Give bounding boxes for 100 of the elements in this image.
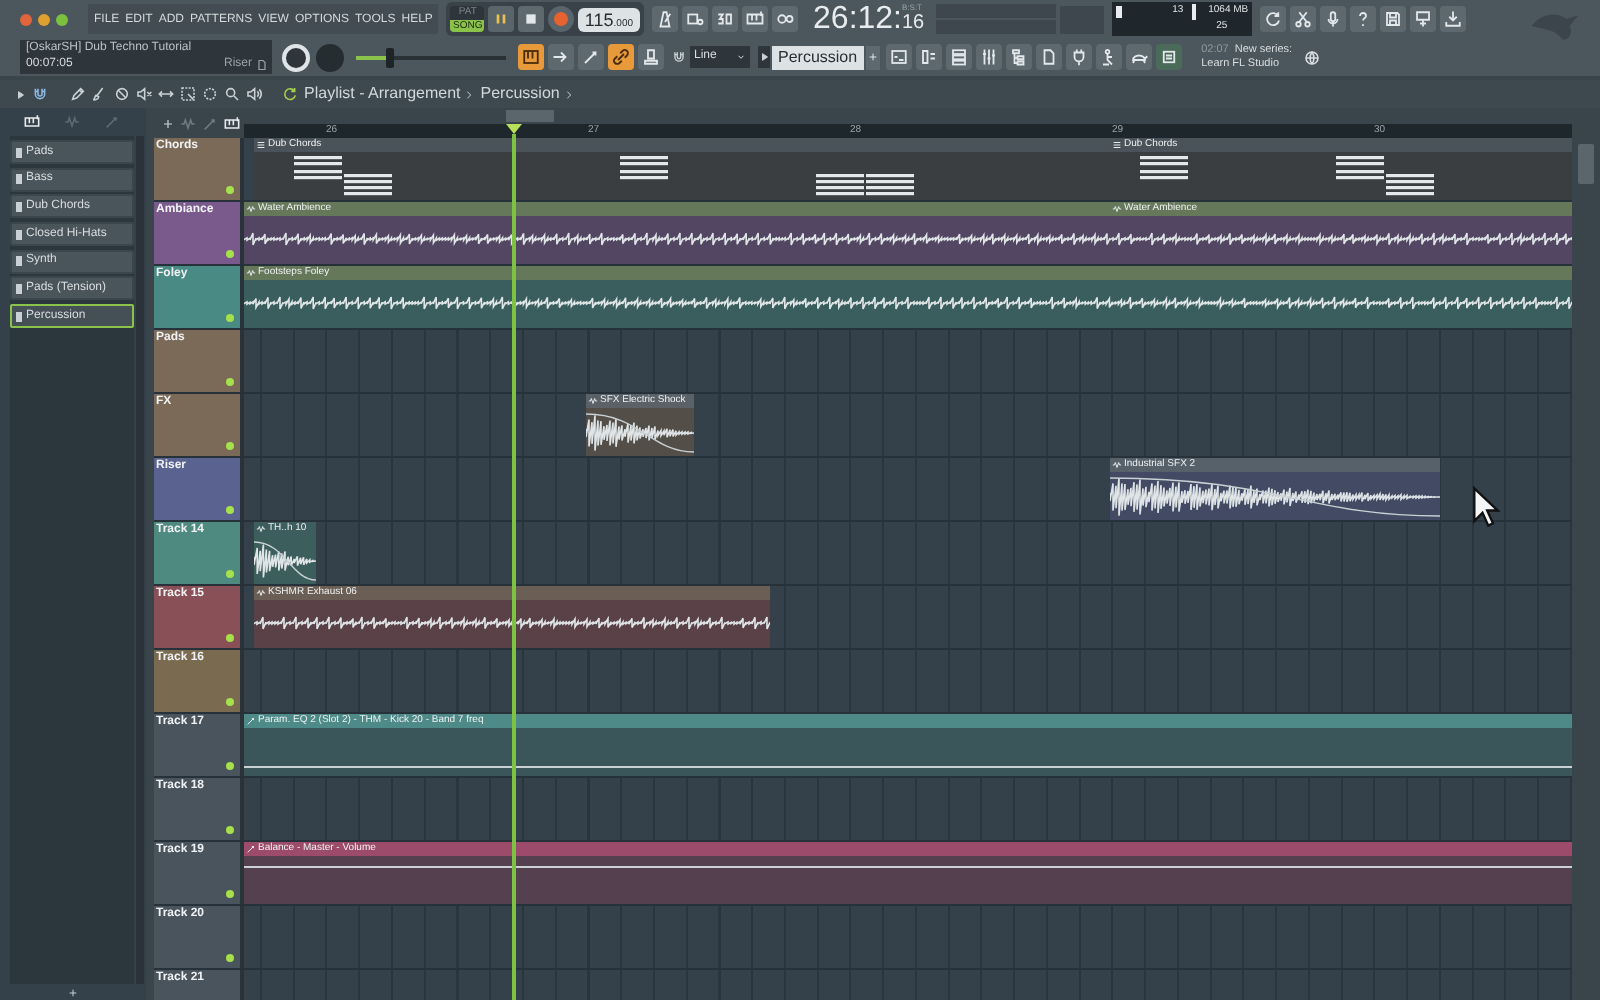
clip-type-icon [256, 588, 266, 598]
track-enable-toggle[interactable] [226, 890, 234, 898]
clip-type-icon [246, 268, 256, 278]
piano-roll-button[interactable] [915, 44, 942, 70]
save-icon [1384, 10, 1403, 28]
track-enable-toggle[interactable] [226, 762, 234, 770]
record-audio-button[interactable] [1320, 6, 1347, 32]
wait-icon [685, 10, 704, 28]
wait-input-button[interactable] [681, 6, 708, 32]
play-icon [16, 89, 26, 99]
plugin-database-button[interactable] [1065, 44, 1092, 70]
master-volume-knob[interactable] [282, 43, 310, 71]
track-enable-toggle[interactable] [226, 186, 234, 194]
track-enable-toggle[interactable] [226, 954, 234, 962]
channel-icon [16, 283, 22, 294]
track-enable-toggle[interactable] [226, 250, 234, 258]
slip-icon [157, 86, 173, 102]
waveform-icon [64, 114, 80, 130]
project-info-button[interactable] [1035, 44, 1062, 70]
piano-roll-snap-button[interactable] [518, 44, 544, 70]
refresh-button[interactable] [1260, 6, 1287, 32]
play-icon [759, 52, 769, 62]
step-button[interactable] [548, 44, 574, 70]
slider-thumb[interactable] [385, 47, 393, 67]
track-enable-toggle[interactable] [226, 826, 234, 834]
slide-button[interactable] [578, 44, 604, 70]
save-new-version-button[interactable] [1410, 6, 1437, 32]
touch-controller-button[interactable] [1095, 44, 1122, 70]
loop-record-button[interactable] [771, 6, 798, 32]
track-enable-toggle[interactable] [226, 634, 234, 642]
waveform-icon [180, 115, 196, 131]
track-enable-toggle[interactable] [226, 314, 234, 322]
speaker-tool[interactable] [244, 85, 262, 103]
keyboard-icon [745, 10, 764, 28]
delete-tool[interactable] [112, 85, 130, 103]
slide-icon [202, 115, 218, 131]
download-icon [1444, 10, 1463, 28]
refresh-icon [1264, 10, 1283, 28]
track-enable-toggle[interactable] [226, 442, 234, 450]
scissors-icon [1294, 10, 1313, 28]
playlist-title[interactable]: Percussion [480, 82, 560, 106]
channel-icon [16, 174, 22, 185]
save-icon [1414, 10, 1433, 28]
export-button[interactable] [1440, 6, 1467, 32]
channel-icon [16, 147, 22, 157]
clip-type-icon [246, 844, 256, 854]
piano-roll-icon [919, 48, 938, 66]
mixer-button[interactable] [975, 44, 1002, 70]
track-enable-toggle[interactable] [226, 506, 234, 514]
add-pattern-button[interactable] [865, 45, 880, 69]
minimize-button[interactable] [38, 13, 50, 25]
pattern-menu-button[interactable] [758, 46, 770, 68]
help-button[interactable] [1350, 6, 1377, 32]
stop-button[interactable] [518, 6, 545, 32]
square-icon [1159, 48, 1178, 66]
stamp-button[interactable] [638, 44, 664, 70]
person-icon [1099, 48, 1118, 66]
stop-icon [522, 10, 541, 28]
globe-icon [1304, 49, 1321, 65]
pencil-tool[interactable] [68, 85, 86, 103]
piano-icon [224, 115, 240, 131]
search-tool[interactable] [222, 85, 240, 103]
typing-keyboard-button[interactable] [741, 6, 768, 32]
loop-icon [775, 10, 794, 28]
track-enable-toggle[interactable] [226, 378, 234, 386]
pause-button[interactable] [488, 6, 515, 32]
playlist-icon [889, 48, 908, 66]
clip-type-icon [246, 204, 256, 214]
zoom-tool[interactable] [200, 85, 218, 103]
playlist-title: Playlist - Arrangement [304, 82, 461, 106]
chevron-icon [563, 89, 574, 99]
slip-tool[interactable] [156, 85, 174, 103]
brush-tool[interactable] [90, 85, 108, 103]
browser-button[interactable] [1005, 44, 1032, 70]
piano-roll-icon [522, 48, 540, 66]
templates-button[interactable] [1155, 44, 1182, 70]
track-enable-toggle[interactable] [226, 570, 234, 578]
maximize-button[interactable] [56, 13, 68, 25]
link-button[interactable] [608, 44, 634, 70]
save-button[interactable] [1380, 6, 1407, 32]
select-icon [179, 86, 195, 102]
track-enable-toggle[interactable] [226, 698, 234, 706]
song-position: 26:12: [813, 1, 902, 37]
clip-type-icon [246, 716, 256, 726]
pattern-selector[interactable]: Percussion [772, 45, 864, 69]
select-tool[interactable] [178, 85, 196, 103]
cut-button[interactable] [1290, 6, 1317, 32]
song-position-ticks: 16 [902, 11, 925, 33]
metronome-button[interactable] [651, 6, 678, 32]
countdown-button[interactable] [711, 6, 738, 32]
microphone-icon [1324, 10, 1343, 28]
slide-icon [104, 114, 120, 130]
delete-icon [113, 86, 129, 102]
clip-type-icon [256, 524, 266, 534]
playlist-button[interactable] [885, 44, 912, 70]
mute-tool[interactable] [134, 85, 152, 103]
add-track-icon [162, 117, 174, 129]
caret-icon [736, 52, 746, 62]
performance-button[interactable] [1125, 44, 1152, 70]
magnet-icon [672, 50, 686, 64]
